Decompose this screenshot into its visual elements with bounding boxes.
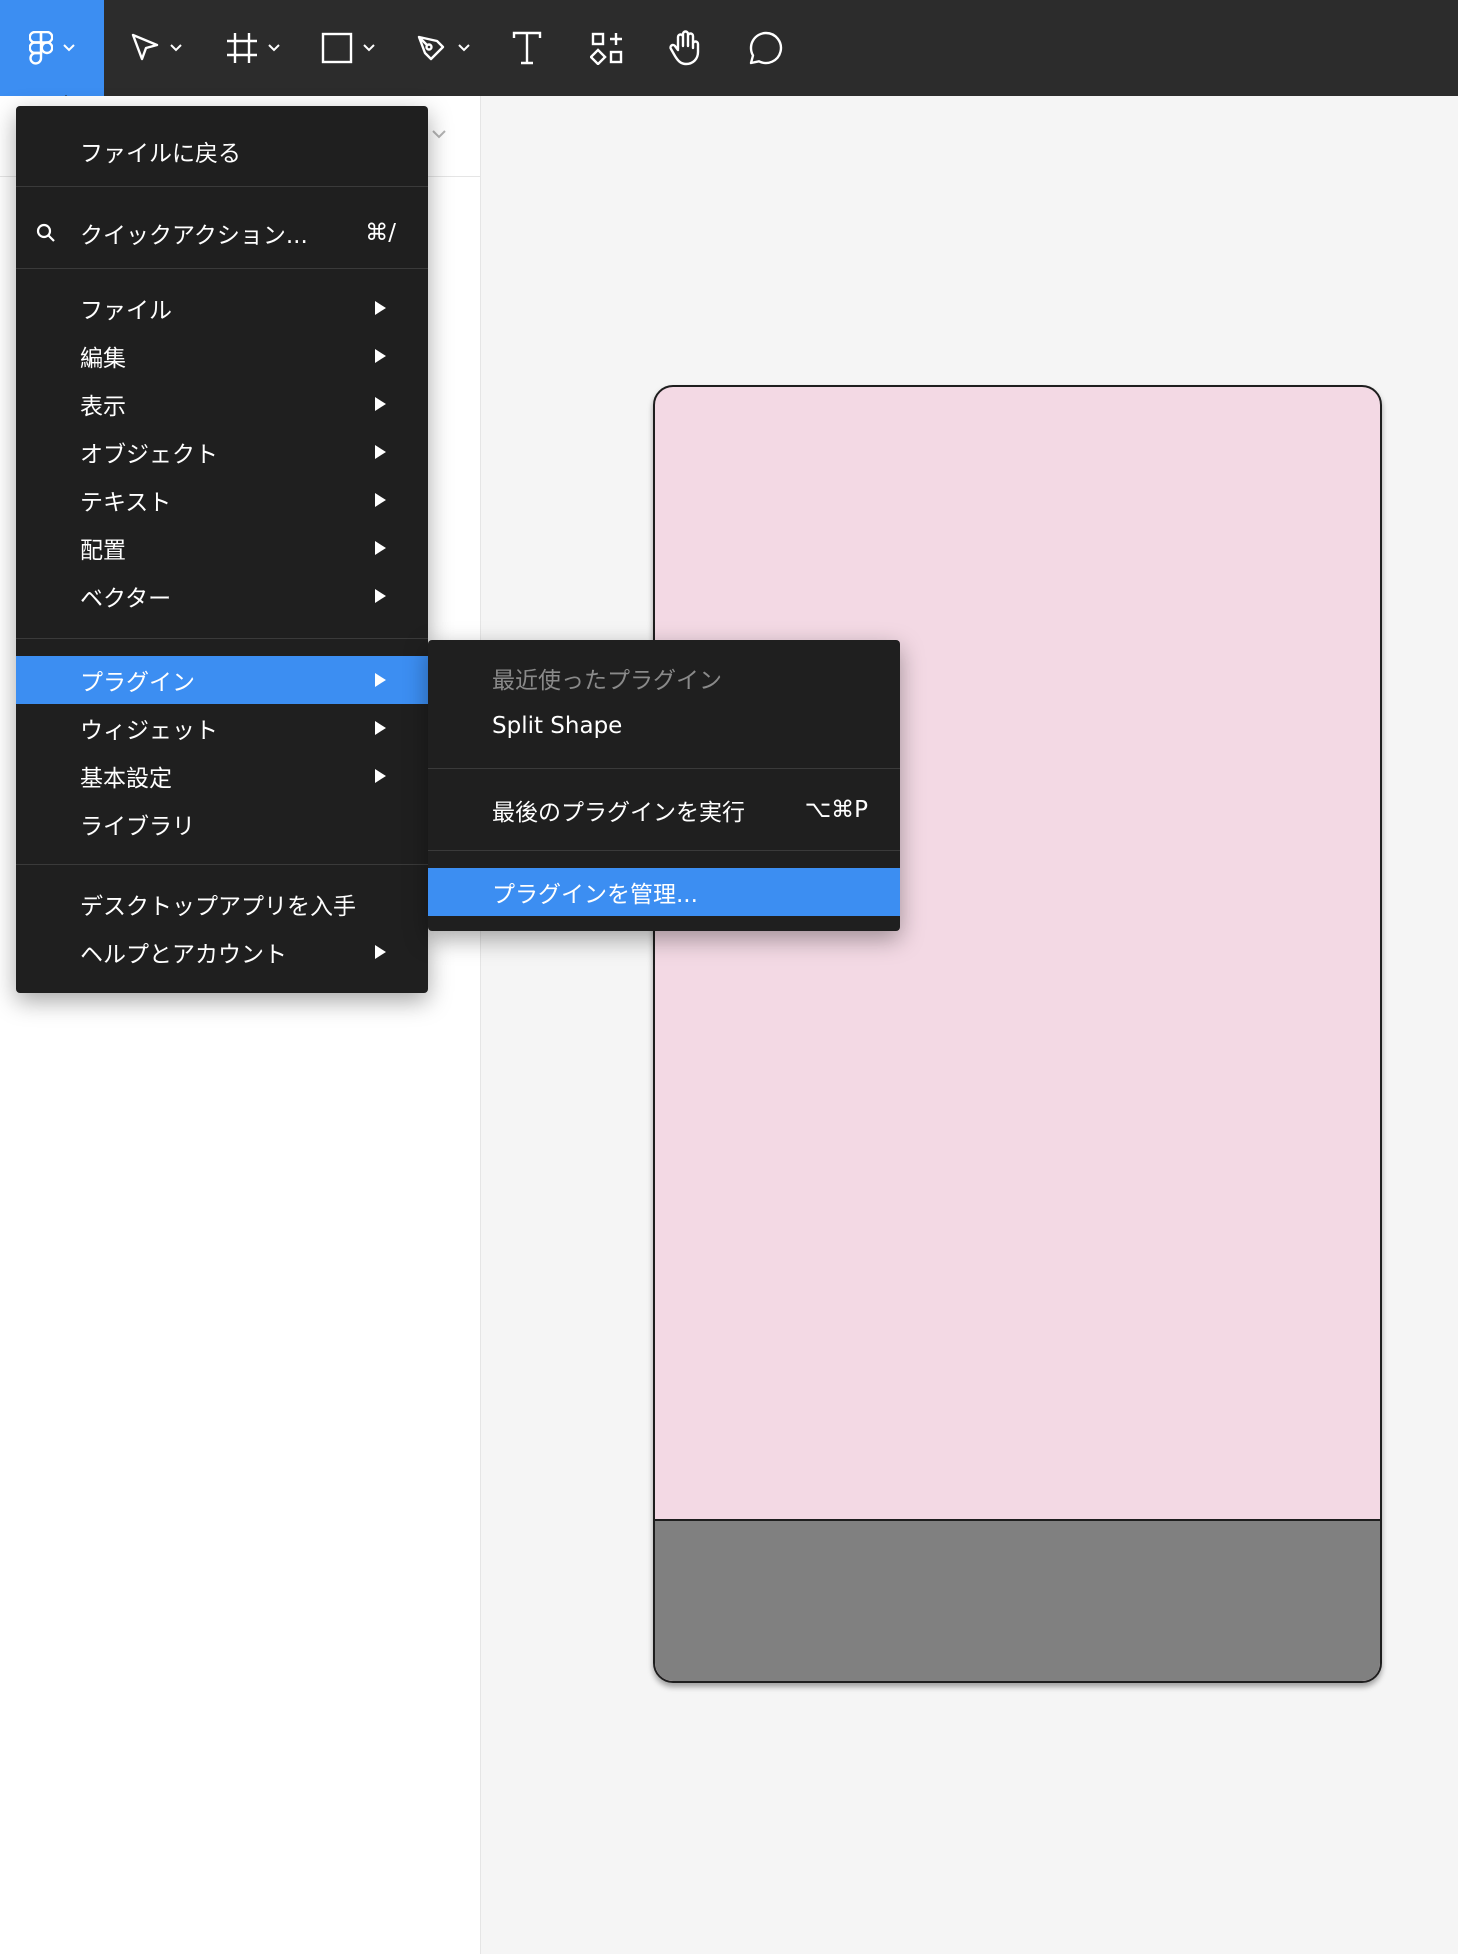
submenu-arrow-icon xyxy=(375,493,386,507)
submenu-arrow-icon xyxy=(375,349,386,363)
menu-item-label: オブジェクト xyxy=(80,442,218,468)
submenu-arrow-icon xyxy=(375,721,386,735)
menu-separator xyxy=(16,638,428,639)
menu-item-label: デスクトップアプリを入手 xyxy=(80,894,356,920)
menu-item-label: ライブラリ xyxy=(80,814,195,840)
rectangle-tool-icon xyxy=(321,32,353,64)
menu-item-back-to-files[interactable]: ファイルに戻る xyxy=(16,120,428,182)
menu-item-label: プラグインを管理... xyxy=(492,882,698,908)
menu-item-edit[interactable]: 編集 xyxy=(16,332,428,380)
chevron-down-icon[interactable] xyxy=(432,130,446,139)
menu-item-text[interactable]: テキスト xyxy=(16,476,428,524)
menu-item-libraries[interactable]: ライブラリ xyxy=(16,800,428,848)
menu-item-label: ファイル xyxy=(80,298,172,324)
menu-item-arrange[interactable]: 配置 xyxy=(16,524,428,572)
submenu-arrow-icon xyxy=(375,945,386,959)
submenu-arrow-icon xyxy=(375,673,386,687)
menu-separator xyxy=(16,268,428,269)
frame-tool[interactable] xyxy=(226,0,280,96)
menu-item-preferences[interactable]: 基本設定 xyxy=(16,752,428,800)
move-tool-icon xyxy=(131,33,159,61)
submenu-arrow-icon xyxy=(375,445,386,459)
menu-item-label: 配置 xyxy=(80,538,126,564)
submenu-arrow-icon xyxy=(375,589,386,603)
resources-tool[interactable] xyxy=(590,0,624,96)
chevron-down-icon xyxy=(63,44,75,52)
figma-logo-icon xyxy=(29,31,53,65)
frame-bottom-section[interactable] xyxy=(655,1519,1380,1681)
chevron-down-icon xyxy=(170,44,182,52)
hand-tool-icon xyxy=(669,30,700,66)
chevron-down-icon xyxy=(363,44,375,52)
submenu-item-run-last-plugin[interactable]: 最後のプラグインを実行 ⌥⌘P xyxy=(428,782,900,838)
submenu-arrow-icon xyxy=(375,301,386,315)
submenu-arrow-icon xyxy=(375,541,386,555)
submenu-header-label: 最近使ったプラグイン xyxy=(492,668,722,694)
menu-item-vector[interactable]: ベクター xyxy=(16,572,428,620)
menu-separator xyxy=(428,850,900,851)
comment-icon xyxy=(749,31,783,65)
toolbar xyxy=(0,0,1458,104)
submenu-arrow-icon xyxy=(375,769,386,783)
frame-tool-icon xyxy=(227,33,257,63)
menu-item-label: プラグイン xyxy=(80,670,195,696)
menu-separator xyxy=(16,864,428,865)
menu-item-label: ウィジェット xyxy=(80,718,218,744)
menu-item-label: ヘルプとアカウント xyxy=(80,942,287,968)
menu-item-label: 基本設定 xyxy=(80,766,172,792)
menu-separator xyxy=(428,768,900,769)
shape-tool[interactable] xyxy=(321,0,375,96)
canvas-frame[interactable] xyxy=(653,385,1382,1683)
chevron-down-icon xyxy=(268,44,280,52)
menu-item-view[interactable]: 表示 xyxy=(16,380,428,428)
menu-item-quick-actions[interactable]: クイックアクション... ⌘/ xyxy=(16,202,428,264)
menu-item-label: Split Shape xyxy=(492,713,623,739)
move-tool[interactable] xyxy=(130,0,182,96)
comment-tool[interactable] xyxy=(748,0,784,96)
submenu-header-recent-plugins: 最近使ったプラグイン xyxy=(428,654,900,702)
menu-item-file[interactable]: ファイル xyxy=(16,284,428,332)
chevron-down-icon xyxy=(458,44,470,52)
menu-item-get-desktop-app[interactable]: デスクトップアプリを入手 xyxy=(16,880,428,928)
menu-item-label: ファイルに戻る xyxy=(80,141,241,167)
menu-item-label: テキスト xyxy=(80,490,172,516)
menu-item-plugins[interactable]: プラグイン xyxy=(16,656,428,704)
submenu-item-split-shape[interactable]: Split Shape xyxy=(428,702,900,750)
text-tool-icon xyxy=(512,31,542,65)
search-icon xyxy=(36,223,55,242)
menu-item-help-and-account[interactable]: ヘルプとアカウント xyxy=(16,928,428,976)
main-menu: ファイルに戻る クイックアクション... ⌘/ ファイル 編集 表示 オブジェク… xyxy=(16,106,428,993)
menu-item-label: 最後のプラグインを実行 xyxy=(492,800,745,826)
text-tool[interactable] xyxy=(512,0,542,96)
menu-item-object[interactable]: オブジェクト xyxy=(16,428,428,476)
menu-item-shortcut: ⌘/ xyxy=(365,220,396,246)
submenu-item-manage-plugins[interactable]: プラグインを管理... xyxy=(428,868,900,916)
menu-item-shortcut: ⌥⌘P xyxy=(804,797,868,823)
menu-item-label: クイックアクション... xyxy=(80,223,308,249)
pen-tool-icon xyxy=(417,35,445,61)
plugins-submenu: 最近使ったプラグイン Split Shape 最後のプラグインを実行 ⌥⌘P プ… xyxy=(428,640,900,931)
menu-separator xyxy=(16,186,428,187)
pen-tool[interactable] xyxy=(416,0,470,96)
menu-item-label: 編集 xyxy=(80,346,126,372)
menu-item-label: 表示 xyxy=(80,394,126,420)
menu-item-label: ベクター xyxy=(80,586,172,612)
resources-icon xyxy=(590,32,623,65)
main-menu-button[interactable] xyxy=(0,0,104,104)
submenu-arrow-icon xyxy=(375,397,386,411)
hand-tool[interactable] xyxy=(668,0,704,96)
menu-item-widgets[interactable]: ウィジェット xyxy=(16,704,428,752)
